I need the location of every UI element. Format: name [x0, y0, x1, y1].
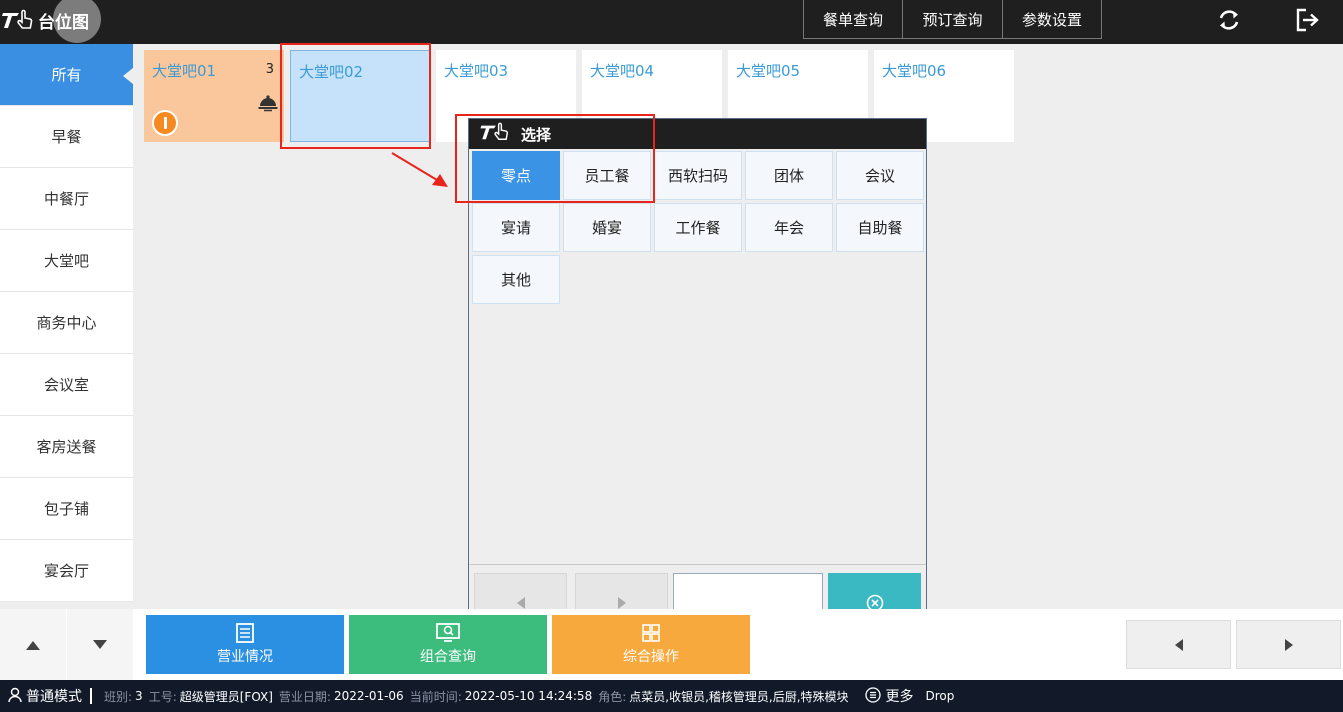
- parameter-settings-button[interactable]: 参数设置: [1002, 0, 1102, 39]
- combined-query-button[interactable]: 组合查询: [349, 615, 547, 674]
- option-grid: 零点 员工餐 西软扫码 团体 会议 宴请 婚宴 工作餐 年会 自助餐 其他: [472, 151, 927, 307]
- table-name: 大堂吧02: [299, 63, 364, 81]
- shift-value: 3: [135, 689, 143, 703]
- option-button[interactable]: 自助餐: [836, 203, 924, 252]
- info-badge-icon: [152, 110, 178, 136]
- reservation-query-button[interactable]: 预订查询: [902, 0, 1003, 39]
- triangle-right-icon: [1284, 638, 1293, 651]
- document-list-icon: [236, 623, 254, 643]
- general-operations-button[interactable]: 综合操作: [552, 615, 750, 674]
- general-operations-label: 综合操作: [623, 649, 679, 665]
- sidebar-item-lobby-bar[interactable]: 大堂吧: [0, 230, 133, 292]
- triangle-down-icon: [93, 639, 107, 649]
- bizdate-value: 2022-01-06: [333, 689, 404, 703]
- sidebar-item-breakfast[interactable]: 早餐: [0, 106, 133, 168]
- option-button[interactable]: 会议: [836, 151, 924, 200]
- business-status-button[interactable]: 营业情况: [146, 615, 344, 674]
- grid-apps-icon: [642, 624, 660, 642]
- time-label: 当前时间:: [409, 689, 462, 704]
- more-menu-icon[interactable]: [864, 686, 881, 706]
- triangle-left-icon: [516, 596, 525, 609]
- option-button[interactable]: 团体: [745, 151, 833, 200]
- table-name: 大堂吧01: [152, 62, 217, 80]
- sidebar-item-bun-shop[interactable]: 包子铺: [0, 478, 133, 540]
- option-button[interactable]: 婚宴: [563, 203, 651, 252]
- combined-query-label: 组合查询: [420, 649, 476, 665]
- option-button[interactable]: 宴请: [472, 203, 560, 252]
- select-dialog: 选择 零点 员工餐 西软扫码 团体 会议 宴请 婚宴 工作餐 年会 自助餐 其他: [468, 118, 927, 642]
- table-card[interactable]: 大堂吧02: [290, 50, 430, 142]
- annotation-arrow-icon: [391, 152, 448, 187]
- sidebar-item-chinese-restaurant[interactable]: 中餐厅: [0, 168, 133, 230]
- table-card[interactable]: 大堂吧01 3: [144, 50, 284, 142]
- role-value: 点菜员,收银员,稽核管理员,后厨,特殊模块: [629, 689, 849, 704]
- staff-value: 超级管理员[FOX]: [179, 689, 273, 704]
- top-nav: 餐单查询 预订查询 参数设置: [803, 0, 1102, 39]
- page-prev-button[interactable]: [1126, 620, 1231, 669]
- scroll-up-button[interactable]: [0, 609, 66, 680]
- shift-label: 班别:: [104, 689, 133, 704]
- sidebar-item-all[interactable]: 所有: [0, 44, 133, 106]
- dialog-header: 选择: [469, 119, 926, 149]
- bottom-toolbar: 营业情况 组合查询 综合操作: [0, 609, 1343, 680]
- user-icon: [8, 687, 22, 706]
- sidebar-item-meeting-room[interactable]: 会议室: [0, 354, 133, 416]
- drop-button[interactable]: Drop: [926, 689, 955, 703]
- guest-count: 3: [265, 62, 274, 77]
- sidebar-item-room-service[interactable]: 客房送餐: [0, 416, 133, 478]
- option-button[interactable]: 年会: [745, 203, 833, 252]
- dialog-title: 选择: [521, 125, 552, 144]
- business-status-label: 营业情况: [217, 649, 273, 665]
- staff-label: 工号:: [148, 689, 177, 704]
- sidebar-item-business-center[interactable]: 商务中心: [0, 292, 133, 354]
- time-value: 2022-05-10 14:24:58: [464, 689, 593, 703]
- hand-pointer-logo-icon: [475, 122, 515, 146]
- app-logo: 台位图: [0, 0, 89, 40]
- page-next-button[interactable]: [1236, 620, 1341, 669]
- option-button[interactable]: 员工餐: [563, 151, 651, 200]
- status-divider: [90, 688, 92, 704]
- scroll-down-button[interactable]: [67, 609, 133, 680]
- monitor-search-icon: [436, 623, 460, 642]
- serving-dish-icon: [258, 94, 278, 116]
- more-button[interactable]: 更多: [886, 686, 914, 706]
- table-name: 大堂吧04: [590, 62, 655, 80]
- hand-pointer-logo-icon: [0, 0, 36, 40]
- role-label: 角色:: [598, 689, 627, 704]
- table-name: 大堂吧03: [444, 62, 509, 80]
- table-name: 大堂吧06: [882, 62, 947, 80]
- bizdate-label: 营业日期:: [278, 689, 331, 704]
- status-bar: 普通模式 班别: 3 工号: 超级管理员[FOX] 营业日期: 2022-01-…: [0, 680, 1343, 712]
- menu-query-button[interactable]: 餐单查询: [803, 0, 903, 39]
- option-button[interactable]: 其他: [472, 255, 560, 304]
- refresh-icon[interactable]: [1215, 6, 1243, 34]
- option-button[interactable]: 工作餐: [654, 203, 742, 252]
- triangle-left-icon: [1174, 638, 1183, 651]
- option-button[interactable]: 西软扫码: [654, 151, 742, 200]
- app-title: 台位图: [38, 12, 89, 33]
- triangle-up-icon: [26, 640, 40, 650]
- logout-icon[interactable]: [1293, 6, 1321, 34]
- sidebar-item-banquet-hall[interactable]: 宴会厅: [0, 540, 133, 602]
- mode-label[interactable]: 普通模式: [26, 686, 82, 706]
- top-bar: 台位图 餐单查询 预订查询 参数设置: [0, 0, 1343, 44]
- option-button[interactable]: 零点: [472, 151, 560, 200]
- table-name: 大堂吧05: [736, 62, 801, 80]
- area-sidebar: 所有 早餐 中餐厅 大堂吧 商务中心 会议室 客房送餐 包子铺 宴会厅: [0, 44, 133, 602]
- triangle-right-icon: [617, 596, 626, 609]
